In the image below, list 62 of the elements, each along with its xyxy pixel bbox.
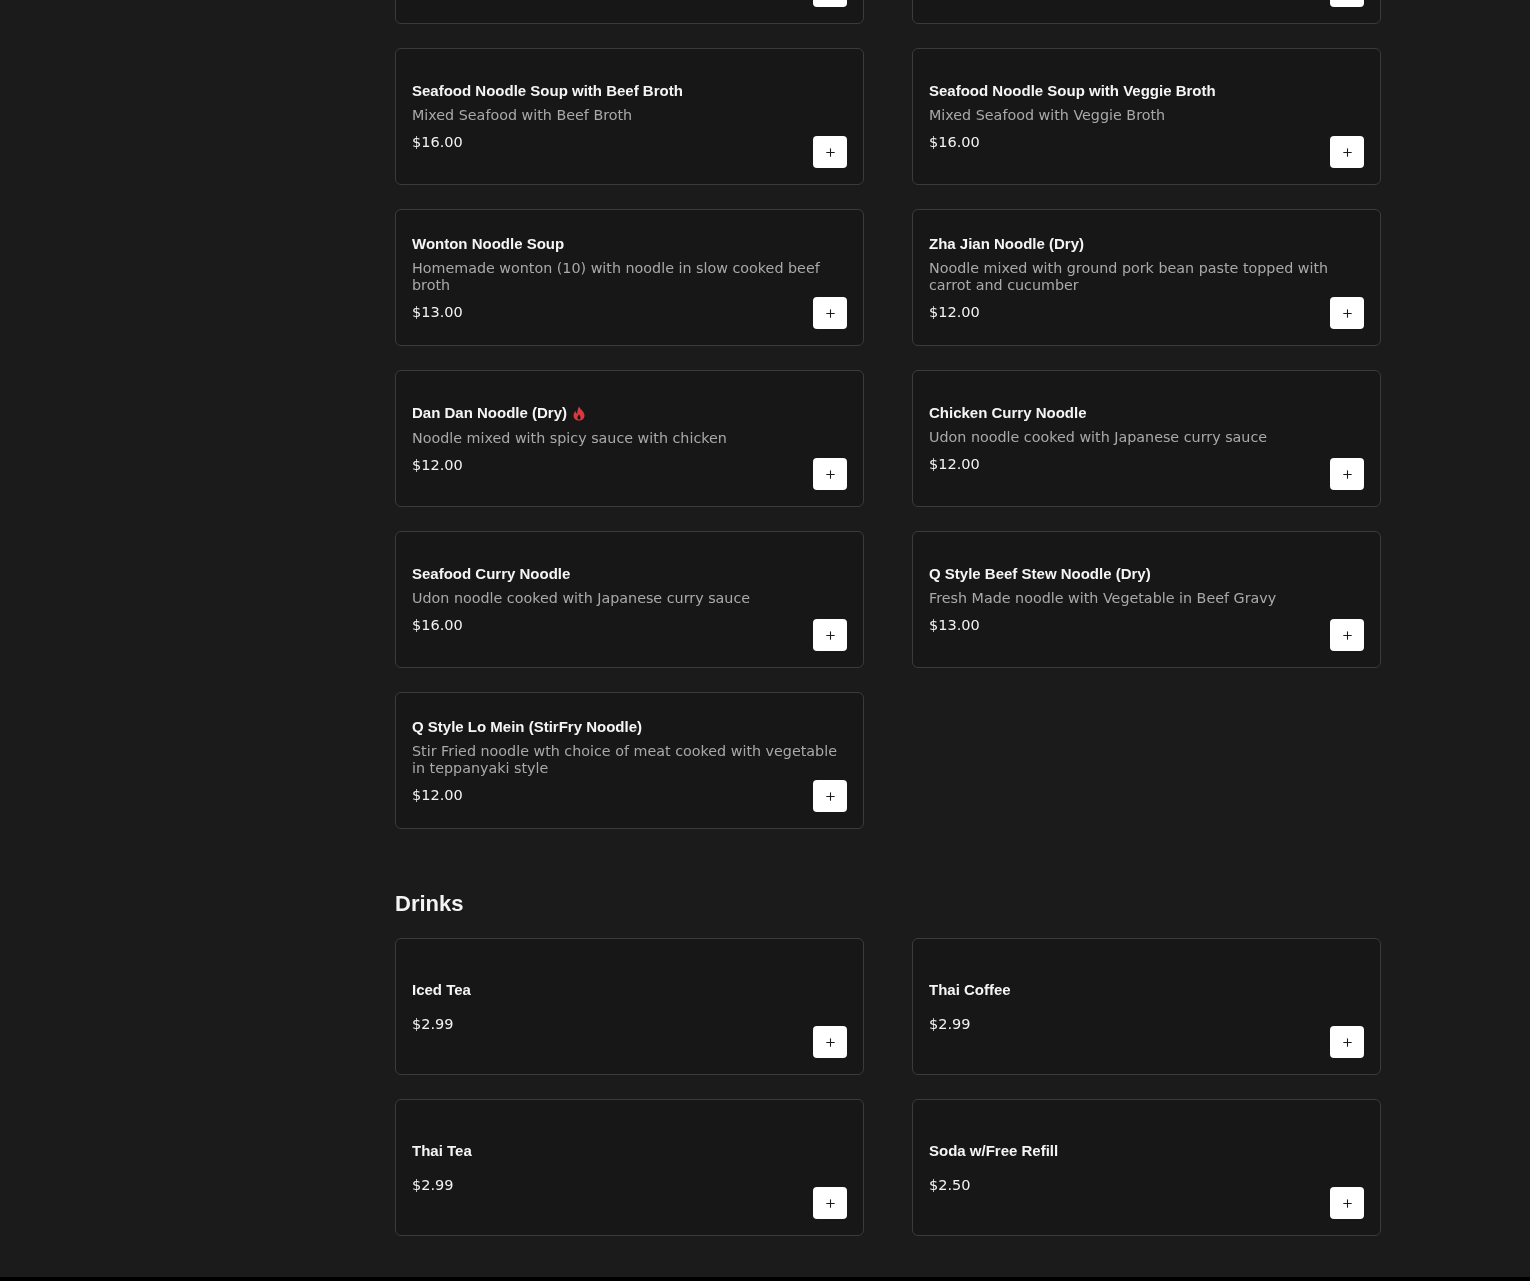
item-name: Seafood Curry Noodle bbox=[412, 564, 571, 584]
add-button[interactable] bbox=[1330, 458, 1364, 490]
item-name: Seafood Noodle Soup with Beef Broth bbox=[412, 81, 683, 101]
item-price: $2.99 bbox=[929, 1014, 971, 1034]
item-description: Fresh Made noodle with Vegetable in Beef Gravy bbox=[929, 590, 1278, 607]
item-price: $2.99 bbox=[412, 1175, 454, 1195]
plus-icon bbox=[823, 1196, 837, 1210]
add-button[interactable] bbox=[813, 458, 847, 490]
item-name: Iced Tea bbox=[412, 979, 471, 1000]
item-description: Noodle mixed with ground pork bean paste topped with carrot and cucumber bbox=[929, 259, 1330, 294]
item-price: $12.00 bbox=[412, 456, 463, 475]
plus-icon bbox=[823, 789, 837, 803]
item-price: $16.00 bbox=[412, 616, 463, 635]
item-price: $13.00 bbox=[929, 616, 980, 635]
plus-icon bbox=[823, 628, 837, 642]
item-name: Soda w/Free Refill bbox=[929, 1140, 1059, 1161]
item-name: Wonton Noodle Soup bbox=[412, 233, 565, 254]
item-description: Homemade wonton (10) with noodle in slow cooked beef broth bbox=[412, 259, 821, 294]
item-name: Dan Dan Noodle (Dry) bbox=[412, 403, 567, 423]
add-button[interactable] bbox=[813, 1187, 847, 1219]
item-name: Q Style Beef Stew Noodle (Dry) bbox=[929, 564, 1151, 584]
add-button[interactable] bbox=[813, 297, 847, 329]
item-price: $12.00 bbox=[412, 785, 463, 805]
add-button[interactable] bbox=[813, 780, 847, 812]
item-name: Chicken Curry Noodle bbox=[929, 403, 1087, 423]
item-price: $16.00 bbox=[412, 133, 463, 152]
add-button[interactable] bbox=[1330, 1026, 1364, 1058]
add-button[interactable] bbox=[813, 136, 847, 168]
plus-icon bbox=[1340, 467, 1354, 481]
item-price: $12.00 bbox=[929, 302, 980, 322]
plus-icon bbox=[1340, 145, 1354, 159]
item-price: $2.99 bbox=[412, 1014, 454, 1034]
item-name: Seafood Noodle Soup with Veggie Broth bbox=[929, 81, 1216, 101]
plus-icon bbox=[1340, 1196, 1354, 1210]
plus-icon bbox=[823, 145, 837, 159]
plus-icon bbox=[1340, 628, 1354, 642]
item-name: Q Style Lo Mein (StirFry Noodle) bbox=[412, 716, 643, 737]
item-description: Stir Fried noodle wth choice of meat cooked with vegetable in teppanyaki style bbox=[412, 742, 838, 777]
plus-icon bbox=[823, 306, 837, 320]
plus-icon bbox=[823, 1035, 837, 1049]
item-description: Noodle mixed with spicy sauce with chicken bbox=[412, 430, 728, 447]
item-name: Thai Tea bbox=[412, 1140, 472, 1161]
add-button[interactable] bbox=[1330, 619, 1364, 651]
add-button[interactable] bbox=[1330, 136, 1364, 168]
item-name: Zha Jian Noodle (Dry) bbox=[929, 233, 1085, 254]
add-button[interactable] bbox=[1330, 297, 1364, 329]
plus-icon bbox=[1340, 1035, 1354, 1049]
item-price: $16.00 bbox=[929, 133, 980, 152]
item-description: Udon noodle cooked with Japanese curry sauce bbox=[412, 590, 752, 607]
item-price: $13.00 bbox=[412, 302, 463, 322]
section-heading: Drinks bbox=[395, 890, 464, 918]
plus-icon bbox=[823, 467, 837, 481]
item-description: Udon noodle cooked with Japanese curry sauce bbox=[929, 429, 1269, 446]
item-price: $12.00 bbox=[929, 455, 980, 474]
add-button[interactable] bbox=[813, 619, 847, 651]
item-name: Thai Coffee bbox=[929, 979, 1011, 1000]
item-description: Mixed Seafood with Beef Broth bbox=[412, 107, 634, 124]
add-button[interactable] bbox=[1330, 1187, 1364, 1219]
item-description: Mixed Seafood with Veggie Broth bbox=[929, 107, 1167, 124]
plus-icon bbox=[1340, 306, 1354, 320]
add-button[interactable] bbox=[813, 1026, 847, 1058]
item-price: $2.50 bbox=[929, 1175, 971, 1195]
